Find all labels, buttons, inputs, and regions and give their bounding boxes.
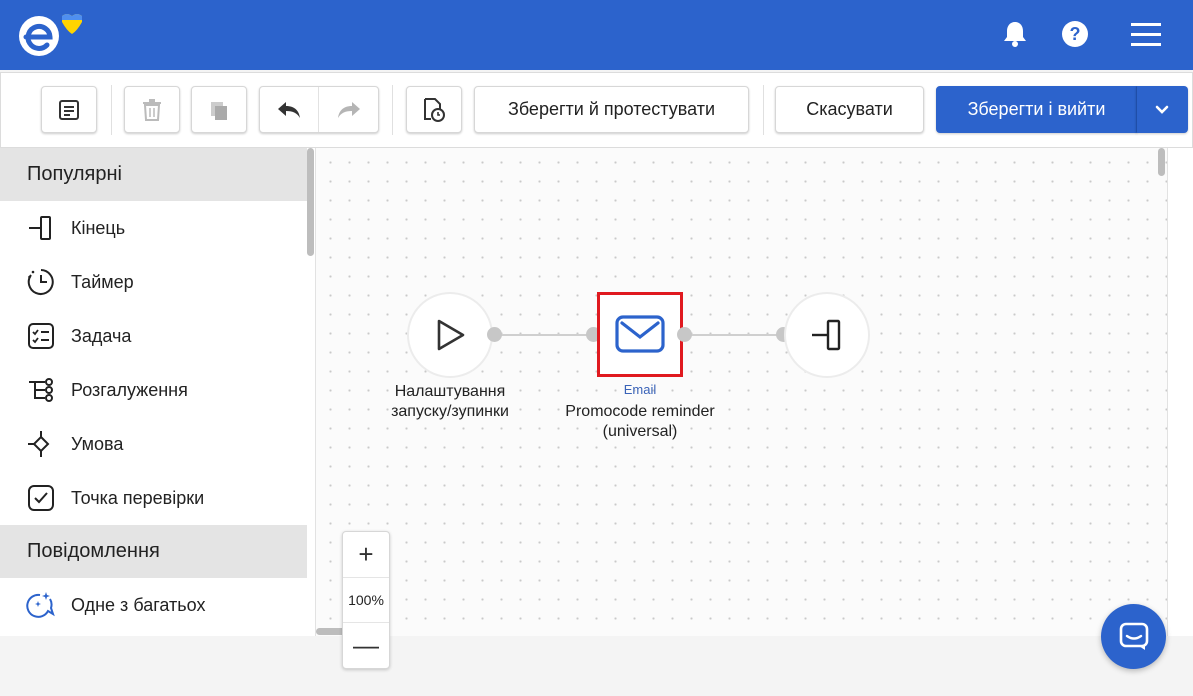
node-start-label: Налаштування запуску/зупинки: [370, 382, 530, 422]
branching-icon: [26, 375, 56, 405]
zoom-out-button[interactable]: —: [343, 623, 389, 668]
zoom-controls: + 100% —: [342, 531, 390, 669]
timer-icon: [26, 267, 56, 297]
canvas-vertical-scrollbar[interactable]: [1158, 148, 1165, 176]
help-icon[interactable]: ?: [1059, 18, 1091, 50]
svg-text:?: ?: [1070, 24, 1081, 44]
esputnik-logo-icon[interactable]: [18, 12, 84, 58]
sidebar-item-condition[interactable]: Умова: [0, 417, 315, 471]
edge-email-end: [684, 334, 790, 336]
canvas-right-gutter: [1167, 148, 1193, 636]
save-and-test-button[interactable]: Зберегти й протестувати: [474, 86, 749, 133]
node-email-label-line1: Promocode reminder: [565, 403, 715, 420]
note-icon: [59, 99, 79, 120]
end-icon: [26, 213, 56, 243]
toolbar-divider: [763, 85, 764, 135]
chat-support-button[interactable]: [1101, 604, 1166, 669]
toolbar-divider: [111, 85, 112, 135]
condition-icon: [26, 429, 56, 459]
node-start-label-line2: запуску/зупинки: [391, 403, 509, 420]
cancel-button[interactable]: Скасувати: [775, 86, 924, 133]
envelope-icon: [615, 315, 665, 353]
one-of-many-icon: [26, 590, 56, 620]
sidebar-item-one-of-many[interactable]: Одне з багатьох: [0, 578, 315, 632]
undo-button[interactable]: [260, 87, 320, 132]
redo-button[interactable]: [319, 87, 378, 132]
sidebar-item-label: Розгалуження: [71, 379, 188, 400]
chat-icon: [1119, 622, 1148, 650]
node-start-label-line1: Налаштування: [394, 383, 506, 400]
save-options-dropdown-button[interactable]: [1136, 86, 1188, 133]
copy-button[interactable]: [191, 86, 247, 133]
trash-icon: [143, 98, 161, 121]
bottom-area: [0, 636, 1193, 696]
editor-toolbar: Зберегти й протестувати Скасувати Зберег…: [0, 72, 1193, 148]
section-popular-heading[interactable]: Популярні: [0, 148, 307, 201]
redo-icon: [337, 101, 360, 118]
edge-start-email: [492, 334, 600, 336]
notes-button[interactable]: [41, 86, 97, 133]
copy-icon: [211, 101, 227, 120]
node-email-output-port[interactable]: [677, 327, 692, 342]
sidebar-item-timer[interactable]: Таймер: [0, 255, 315, 309]
undo-icon: [278, 101, 300, 118]
undo-redo-group: [259, 86, 379, 133]
node-start[interactable]: [409, 294, 491, 376]
blocks-sidebar: Популярні Кінець Таймер Задача Розгалуже…: [0, 148, 316, 636]
end-icon: [812, 319, 841, 351]
sidebar-item-checkpoint[interactable]: Точка перевірки: [0, 471, 315, 525]
workflow-canvas[interactable]: Налаштування запуску/зупинки Email Promo…: [316, 148, 1167, 636]
chevron-down-icon: [1155, 105, 1169, 114]
bell-icon[interactable]: [999, 18, 1031, 50]
sidebar-item-label: Одне з багатьох: [71, 594, 206, 615]
sidebar-item-branching[interactable]: Розгалуження: [0, 363, 315, 417]
section-messages-heading[interactable]: Повідомлення: [0, 525, 307, 578]
sidebar-scrollbar[interactable]: [307, 148, 314, 256]
delete-button[interactable]: [124, 86, 180, 133]
version-history-button[interactable]: [406, 86, 462, 133]
sidebar-item-label: Таймер: [71, 271, 134, 292]
play-icon: [437, 319, 465, 351]
sidebar-item-task[interactable]: Задача: [0, 309, 315, 363]
node-start-output-port[interactable]: [487, 327, 502, 342]
node-email-label-line2: (universal): [602, 423, 678, 440]
sidebar-item-label: Умова: [71, 433, 124, 454]
sidebar-item-label: Кінець: [71, 217, 126, 238]
node-email-label: Promocode reminder (universal): [550, 402, 730, 442]
node-email-highlight[interactable]: [597, 292, 683, 377]
sidebar-item-label: Точка перевірки: [71, 487, 205, 508]
zoom-in-button[interactable]: +: [343, 532, 389, 577]
node-email-type-label: Email: [623, 382, 657, 397]
top-bar: ?: [0, 0, 1193, 70]
hamburger-menu-icon[interactable]: [1129, 18, 1163, 50]
toolbar-divider: [392, 85, 393, 135]
save-and-exit-button[interactable]: Зберегти і вийти: [936, 86, 1137, 133]
sidebar-item-end[interactable]: Кінець: [0, 201, 315, 255]
node-end[interactable]: [786, 294, 868, 376]
checkpoint-icon: [26, 483, 56, 513]
zoom-level: 100%: [343, 577, 389, 623]
history-icon: [424, 97, 445, 122]
sidebar-item-label: Задача: [71, 325, 132, 346]
task-icon: [26, 321, 56, 351]
